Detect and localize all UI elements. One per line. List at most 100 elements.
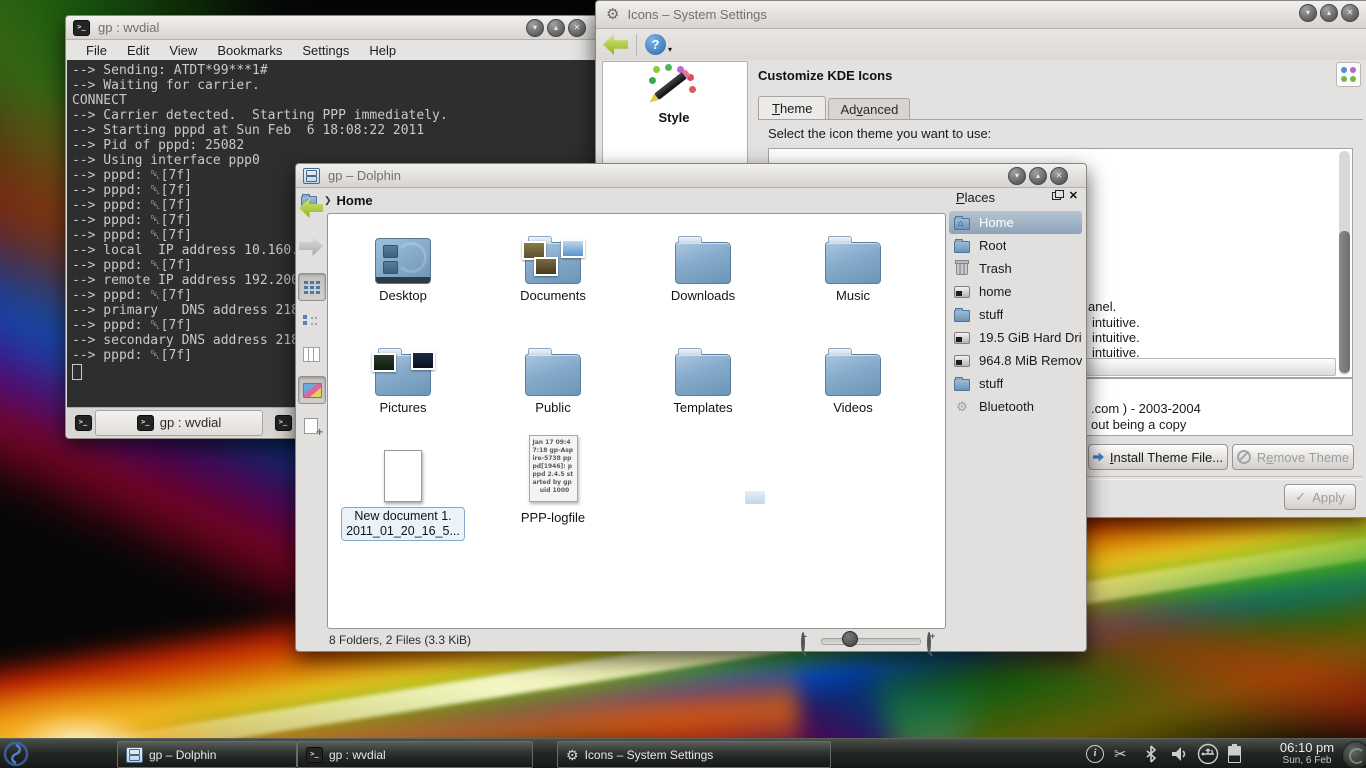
document-icon [384, 450, 422, 502]
close-button[interactable]: ✕ [1050, 167, 1068, 185]
place-home-partition[interactable]: home [949, 280, 1082, 303]
file-item-music[interactable]: Music [778, 222, 928, 303]
details-view-button[interactable] [298, 308, 324, 334]
tray-klipper[interactable]: ✂ [1114, 739, 1127, 768]
tab-list-button[interactable]: >_ [270, 410, 296, 436]
place-root[interactable]: Root [949, 234, 1082, 257]
back-button[interactable] [298, 195, 324, 221]
minimize-button[interactable]: ▾ [1008, 167, 1026, 185]
app-launcher-icon[interactable] [2, 740, 30, 768]
place-stuff-2[interactable]: stuff [949, 372, 1082, 395]
tray-battery[interactable] [1228, 739, 1241, 768]
preview-button[interactable] [298, 376, 326, 404]
minimize-button[interactable]: ▾ [526, 19, 544, 37]
plasma-cashew-icon[interactable] [1342, 741, 1366, 768]
place-removable-drive[interactable]: 964.8 MiB Remov... [949, 349, 1082, 372]
zoom-in-icon[interactable]: + [927, 634, 931, 652]
menu-bookmarks[interactable]: Bookmarks [207, 43, 292, 58]
maximize-button[interactable]: ▴ [1320, 4, 1338, 22]
zoom-out-icon[interactable]: - [801, 634, 805, 652]
apply-button[interactable]: ✓ Apply [1284, 484, 1356, 510]
detach-panel-icon[interactable] [1052, 192, 1061, 200]
konsole-icon: >_ [306, 747, 323, 763]
menu-edit[interactable]: Edit [117, 43, 159, 58]
tray-volume[interactable] [1171, 739, 1189, 768]
remove-theme-button[interactable]: Remove Theme [1232, 444, 1354, 470]
selected-file-label: New document 1.2011_01_20_16_5... [341, 507, 465, 541]
split-view-button[interactable] [298, 413, 324, 439]
file-item-new-document[interactable]: New document 1.2011_01_20_16_5... [328, 436, 478, 541]
zoom-slider-track[interactable] [821, 638, 921, 645]
tab-divider [758, 119, 1363, 120]
menu-file[interactable]: File [76, 43, 117, 58]
tab-theme[interactable]: Theme [758, 96, 826, 119]
dolphin-title: gp – Dolphin [328, 168, 401, 183]
file-item-ppp-logfile[interactable]: Jan 17 09:4 7:18 gp-Asp ire-5738 pp pd[1… [478, 436, 628, 525]
tray-bluetooth[interactable] [1145, 739, 1157, 768]
window-buttons: ▾ ▴ ✕ [1299, 4, 1359, 22]
install-theme-button[interactable]: Install Theme File... [1088, 444, 1228, 470]
theme-description-text: out being a copy [1091, 417, 1186, 432]
maximize-button[interactable]: ▴ [547, 19, 565, 37]
tray-info[interactable]: i [1086, 739, 1104, 768]
folder-icon [525, 354, 581, 396]
gear-icon: ⚙ [606, 7, 619, 22]
dolphin-file-view[interactable]: Desktop Documents Downloads Music [327, 213, 946, 629]
help-icon[interactable]: ? [645, 34, 666, 55]
place-bluetooth[interactable]: ⚙ Bluetooth [949, 395, 1082, 418]
file-item-public[interactable]: Public [478, 334, 628, 415]
file-label: Public [478, 400, 628, 415]
file-item-downloads[interactable]: Downloads [628, 222, 778, 303]
task-dolphin[interactable]: gp – Dolphin [117, 741, 297, 768]
file-item-videos[interactable]: Videos [778, 334, 928, 415]
dot-icon [1341, 76, 1347, 82]
task-system-settings[interactable]: ⚙ Icons – System Settings [557, 741, 831, 768]
terminal-tab[interactable]: >_ gp : wvdial [95, 410, 263, 436]
menu-view[interactable]: View [159, 43, 207, 58]
clock[interactable]: 06:10 pm Sun, 6 Feb [1272, 740, 1342, 766]
system-settings-titlebar[interactable]: ⚙ Icons – System Settings ▾ ▴ ✕ [596, 1, 1366, 29]
file-item-documents[interactable]: Documents [478, 222, 628, 303]
close-button[interactable]: ✕ [568, 19, 586, 37]
forward-button[interactable] [298, 233, 324, 259]
terminal-cursor [72, 364, 82, 380]
file-item-pictures[interactable]: Pictures [328, 334, 478, 415]
place-stuff[interactable]: stuff [949, 303, 1082, 326]
clock-date: Sun, 6 Feb [1272, 755, 1342, 766]
back-arrow-icon[interactable] [603, 34, 628, 55]
terminal-line: CONNECT [72, 93, 601, 108]
icon-grid-button[interactable] [1336, 62, 1361, 87]
scrollbar-track[interactable] [1339, 151, 1350, 375]
clock-time: 06:10 pm [1272, 740, 1342, 755]
folder-icon [954, 241, 970, 253]
place-trash[interactable]: Trash [949, 257, 1082, 280]
scissors-icon: ✂ [1114, 745, 1127, 763]
place-hard-drive[interactable]: 19.5 GiB Hard Drive [949, 326, 1082, 349]
new-tab-button[interactable]: >_ [70, 410, 96, 436]
close-button[interactable]: ✕ [1341, 4, 1359, 22]
folder-icon [825, 242, 881, 284]
konsole-titlebar[interactable]: >_ gp : wvdial ▾ ▴ ✕ [66, 16, 602, 40]
sidebar-item-style[interactable]: Style [615, 66, 733, 125]
menu-help[interactable]: Help [359, 43, 406, 58]
menu-settings[interactable]: Settings [292, 43, 359, 58]
icons-view-button[interactable] [298, 273, 326, 301]
dolphin-titlebar[interactable]: gp – Dolphin ▾ ▴ ✕ [296, 164, 1086, 188]
tab-advanced[interactable]: Advanced [828, 98, 910, 119]
style-icon [651, 66, 697, 106]
breadcrumb[interactable]: Home [337, 193, 373, 208]
task-konsole[interactable]: >_ gp : wvdial [297, 741, 533, 768]
columns-view-icon [303, 347, 320, 362]
place-home[interactable]: ⌂ Home [949, 211, 1082, 234]
minimize-button[interactable]: ▾ [1299, 4, 1317, 22]
zoom-slider-handle[interactable] [842, 631, 858, 647]
file-item-desktop[interactable]: Desktop [328, 222, 478, 303]
folder-icon [825, 354, 881, 396]
close-panel-icon[interactable]: ✕ [1069, 191, 1078, 201]
maximize-button[interactable]: ▴ [1029, 167, 1047, 185]
scrollbar-handle[interactable] [1339, 231, 1350, 373]
file-item-templates[interactable]: Templates [628, 334, 778, 415]
dot-icon [1350, 76, 1356, 82]
tray-usb-device[interactable] [1197, 739, 1219, 768]
columns-view-button[interactable] [298, 341, 324, 367]
